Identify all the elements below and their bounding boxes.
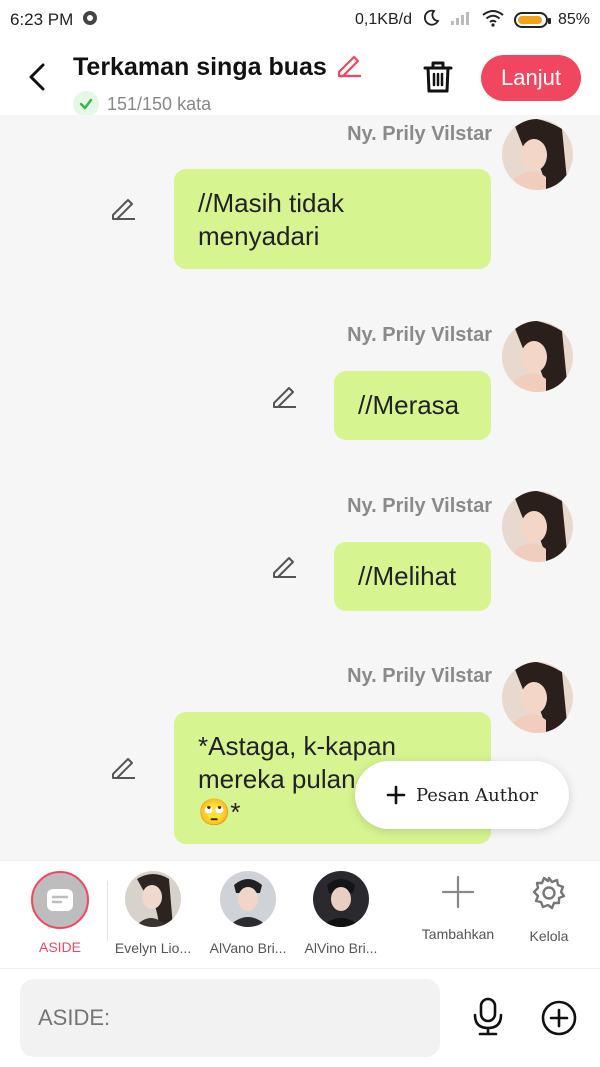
- battery-icon: [513, 12, 551, 28]
- manage-label: Kelola: [529, 928, 569, 944]
- character-evelyn[interactable]: Evelyn Lio...: [108, 871, 198, 956]
- avatar[interactable]: [502, 321, 573, 392]
- delete-button[interactable]: [420, 58, 456, 96]
- avatar: [220, 871, 276, 927]
- input-bar: [0, 968, 600, 1067]
- sender-name: Ny. Prily Vilstar: [347, 665, 492, 687]
- title-area: Terkaman singa buas 151/150 kata: [73, 50, 363, 117]
- edit-message-icon[interactable]: [108, 752, 138, 782]
- edit-message-icon[interactable]: [269, 551, 299, 581]
- aside-avatar: [31, 871, 89, 929]
- message-line: *Astaga, k-kapan: [198, 731, 397, 761]
- plus-icon: [386, 785, 406, 805]
- avatar: [125, 871, 181, 927]
- sender-name: Ny. Prily Vilstar: [347, 495, 492, 517]
- edit-message-icon[interactable]: [269, 381, 299, 411]
- gear-icon: [532, 876, 566, 910]
- message-line: //Melihat: [358, 561, 457, 591]
- pesan-author-label: Pesan Author: [415, 784, 539, 806]
- sender-name: Ny. Prily Vilstar: [347, 123, 492, 145]
- add-label: Tambahkan: [421, 926, 495, 942]
- plus-icon: [441, 875, 475, 909]
- avatar[interactable]: [502, 662, 573, 733]
- battery-level: 85%: [557, 11, 590, 28]
- trash-icon: [423, 61, 453, 93]
- pesan-author-button[interactable]: Pesan Author: [355, 761, 569, 829]
- character-alvano[interactable]: AlVano Bri...: [203, 871, 293, 956]
- character-aside[interactable]: ASIDE: [15, 871, 105, 955]
- avatar[interactable]: [502, 491, 573, 562]
- check-icon: [73, 91, 99, 117]
- character-label: AlVino Bri...: [304, 940, 378, 956]
- network-speed: 0,1KB/d: [355, 11, 412, 28]
- character-label: Evelyn Lio...: [114, 940, 192, 956]
- add-attachment-button[interactable]: [540, 999, 578, 1037]
- avatar: [313, 871, 369, 927]
- wifi-icon: [482, 9, 504, 32]
- avatar[interactable]: [502, 119, 573, 190]
- manage-button[interactable]: Kelola: [509, 875, 589, 944]
- message-bubble[interactable]: //Masih tidak menyadari: [174, 169, 491, 269]
- word-count: 151/150 kata: [107, 93, 212, 114]
- message-bubble[interactable]: //Merasa: [334, 371, 491, 440]
- chevron-left-icon: [29, 63, 45, 91]
- character-label: AlVano Bri...: [209, 940, 287, 956]
- status-time: 6:23 PM: [10, 10, 74, 29]
- edit-message-icon[interactable]: [108, 193, 138, 223]
- header: Terkaman singa buas 151/150 kata Lanjut: [0, 40, 600, 117]
- character-label: ASIDE: [38, 939, 81, 955]
- notification-icon: [81, 9, 99, 32]
- microphone-icon: [473, 997, 503, 1036]
- message-icon: [47, 889, 73, 911]
- message-line: //Masih tidak: [198, 188, 344, 218]
- chat-area: Ny. Prily Vilstar //Masih tidak menyadar…: [0, 115, 600, 860]
- message-line: //Merasa: [358, 390, 460, 420]
- next-button[interactable]: Lanjut: [481, 55, 581, 101]
- mic-button[interactable]: [470, 997, 506, 1037]
- message-bubble[interactable]: //Melihat: [334, 542, 491, 611]
- back-button[interactable]: [22, 60, 52, 94]
- signal-icon: [450, 10, 472, 31]
- character-alvino[interactable]: AlVino Bri...: [296, 871, 386, 956]
- message-line: menyadari: [198, 221, 320, 251]
- page-title: Terkaman singa buas: [73, 53, 327, 81]
- edit-title-icon[interactable]: [335, 50, 363, 85]
- add-character-button[interactable]: Tambahkan: [418, 875, 498, 942]
- status-bar: 6:23 PM 0,1KB/d 85%: [0, 0, 600, 40]
- plus-circle-icon: [541, 1000, 577, 1036]
- sender-name: Ny. Prily Vilstar: [347, 324, 492, 346]
- message-input[interactable]: [20, 979, 440, 1057]
- character-bar: ASIDE Evelyn Lio... AlVano Bri... AlVino…: [0, 860, 600, 968]
- moon-icon: [422, 9, 440, 32]
